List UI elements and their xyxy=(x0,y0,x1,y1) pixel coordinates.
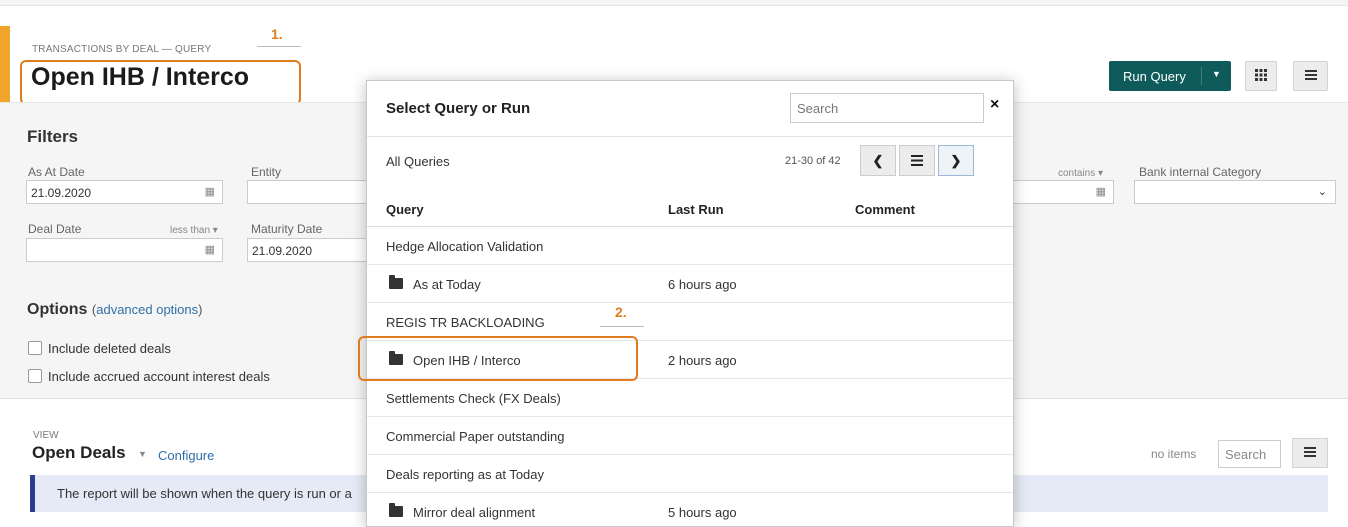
close-icon[interactable]: × xyxy=(990,96,999,114)
grid-icon[interactable]: ▦ xyxy=(1096,185,1106,198)
table-row[interactable]: Commercial Paper outstanding xyxy=(367,417,1013,455)
next-page-button[interactable]: ❯ xyxy=(938,145,974,176)
view-title[interactable]: Open Deals xyxy=(32,443,126,463)
view-search-input[interactable]: Search xyxy=(1218,440,1281,468)
view-label: VIEW xyxy=(33,430,59,441)
deal-date-operator-text: less than xyxy=(170,225,211,236)
query-name: Mirror deal alignment xyxy=(413,505,536,520)
bank-internal-category-label: Bank internal Category xyxy=(1139,165,1262,179)
configure-link[interactable]: Configure xyxy=(158,448,214,463)
filters-heading: Filters xyxy=(27,127,79,146)
query-last-run: 2 hours ago xyxy=(668,353,737,368)
folder-icon xyxy=(389,275,403,289)
items-count: no items xyxy=(1151,447,1197,461)
deal-date-label: Deal Date xyxy=(28,222,82,236)
contains-operator[interactable]: contains ▾ xyxy=(1058,168,1103,179)
query-name: Commercial Paper outstanding xyxy=(386,429,565,444)
run-query-label: Run Query xyxy=(1123,69,1186,84)
query-name: REGIS TR BACKLOADING xyxy=(386,315,545,330)
query-name: Deals reporting as at Today xyxy=(386,467,545,482)
select-query-modal: Select Query or Run Search × All Queries… xyxy=(366,80,1014,527)
as-at-date-value: 21.09.2020 xyxy=(31,186,92,200)
calendar-icon[interactable]: ▦ xyxy=(205,243,215,256)
maturity-date-value: 21.09.2020 xyxy=(252,244,313,258)
modal-search-input[interactable]: Search xyxy=(790,93,984,123)
include-accrued-label: Include accrued account interest deals xyxy=(48,369,270,384)
query-last-run: 6 hours ago xyxy=(668,277,737,292)
list-view-button[interactable] xyxy=(899,145,935,176)
list-icon xyxy=(911,155,923,166)
grid-icon xyxy=(1255,69,1267,81)
contains-operator-text: contains xyxy=(1058,168,1096,179)
bank-internal-category-select[interactable]: ⌄ xyxy=(1134,180,1336,204)
deal-date-input[interactable]: ▦ xyxy=(26,238,223,262)
include-accrued-checkbox[interactable] xyxy=(28,369,42,383)
chevron-left-icon: ❮ xyxy=(872,153,884,168)
include-accrued-row[interactable]: Include accrued account interest deals xyxy=(28,369,270,384)
info-banner-text: The report will be shown when the query … xyxy=(57,486,352,501)
column-header-query[interactable]: Query xyxy=(386,202,424,217)
entity-label: Entity xyxy=(251,165,282,179)
chevron-down-icon: ⌄ xyxy=(1317,186,1327,198)
include-deleted-label: Include deleted deals xyxy=(48,341,171,356)
hamburger-menu-icon xyxy=(1304,447,1316,457)
include-deleted-row[interactable]: Include deleted deals xyxy=(28,341,171,356)
annotation-label-2: 2. xyxy=(615,304,627,320)
advanced-options-link[interactable]: advanced options xyxy=(96,302,198,317)
caret-down-icon[interactable]: ▼ xyxy=(138,449,147,459)
annotation-box-1 xyxy=(20,60,301,105)
entity-input[interactable] xyxy=(247,180,367,204)
query-last-run: 5 hours ago xyxy=(668,505,737,520)
options-heading-text: Options xyxy=(27,301,88,318)
caret-down-icon[interactable]: ▼ xyxy=(1212,69,1221,79)
query-name: As at Today xyxy=(413,277,481,292)
chevron-right-icon: ❯ xyxy=(950,153,962,168)
column-header-last-run[interactable]: Last Run xyxy=(668,202,724,217)
accent-bar xyxy=(0,26,10,106)
table-row[interactable]: Settlements Check (FX Deals) xyxy=(367,379,1013,417)
options-heading: Options (advanced options) xyxy=(27,301,203,319)
table-row[interactable]: Deals reporting as at Today xyxy=(367,455,1013,493)
menu-button[interactable] xyxy=(1293,61,1328,91)
all-queries-label: All Queries xyxy=(386,154,450,169)
as-at-date-input[interactable]: 21.09.2020 ▦ xyxy=(26,180,223,204)
page-subtitle: TRANSACTIONS BY DEAL — QUERY xyxy=(32,44,212,55)
grid-view-button[interactable] xyxy=(1245,61,1277,91)
annotation-underline-2 xyxy=(600,326,644,327)
run-query-button[interactable]: Run Query ▼ xyxy=(1109,61,1231,91)
query-name: Settlements Check (FX Deals) xyxy=(386,391,561,406)
hamburger-menu-icon xyxy=(1304,70,1317,80)
pager-text: 21-30 of 42 xyxy=(785,155,841,167)
table-row[interactable]: Mirror deal alignment 5 hours ago xyxy=(367,493,1013,526)
as-at-date-label: As At Date xyxy=(28,165,85,179)
contains-input[interactable]: ▦ xyxy=(1014,180,1114,204)
folder-icon xyxy=(389,503,403,517)
table-row[interactable]: As at Today 6 hours ago xyxy=(367,265,1013,303)
include-deleted-checkbox[interactable] xyxy=(28,341,42,355)
query-name: Hedge Allocation Validation xyxy=(386,239,544,254)
calendar-icon[interactable]: ▦ xyxy=(205,185,215,198)
annotation-underline-1 xyxy=(257,46,301,47)
column-header-comment[interactable]: Comment xyxy=(855,202,915,217)
modal-header: Select Query or Run Search × xyxy=(367,81,1013,137)
modal-title: Select Query or Run xyxy=(386,100,531,117)
table-row[interactable]: Hedge Allocation Validation xyxy=(367,227,1013,265)
view-menu-button[interactable] xyxy=(1292,438,1328,468)
annotation-box-2 xyxy=(358,336,638,381)
deal-date-operator[interactable]: less than ▾ xyxy=(170,225,218,236)
run-query-separator xyxy=(1201,67,1202,85)
annotation-label-1: 1. xyxy=(271,26,283,42)
advanced-options-wrapper: (advanced options) xyxy=(91,302,203,317)
maturity-date-input[interactable]: 21.09.2020 xyxy=(247,238,367,262)
previous-page-button[interactable]: ❮ xyxy=(860,145,896,176)
maturity-date-label: Maturity Date xyxy=(251,222,323,236)
